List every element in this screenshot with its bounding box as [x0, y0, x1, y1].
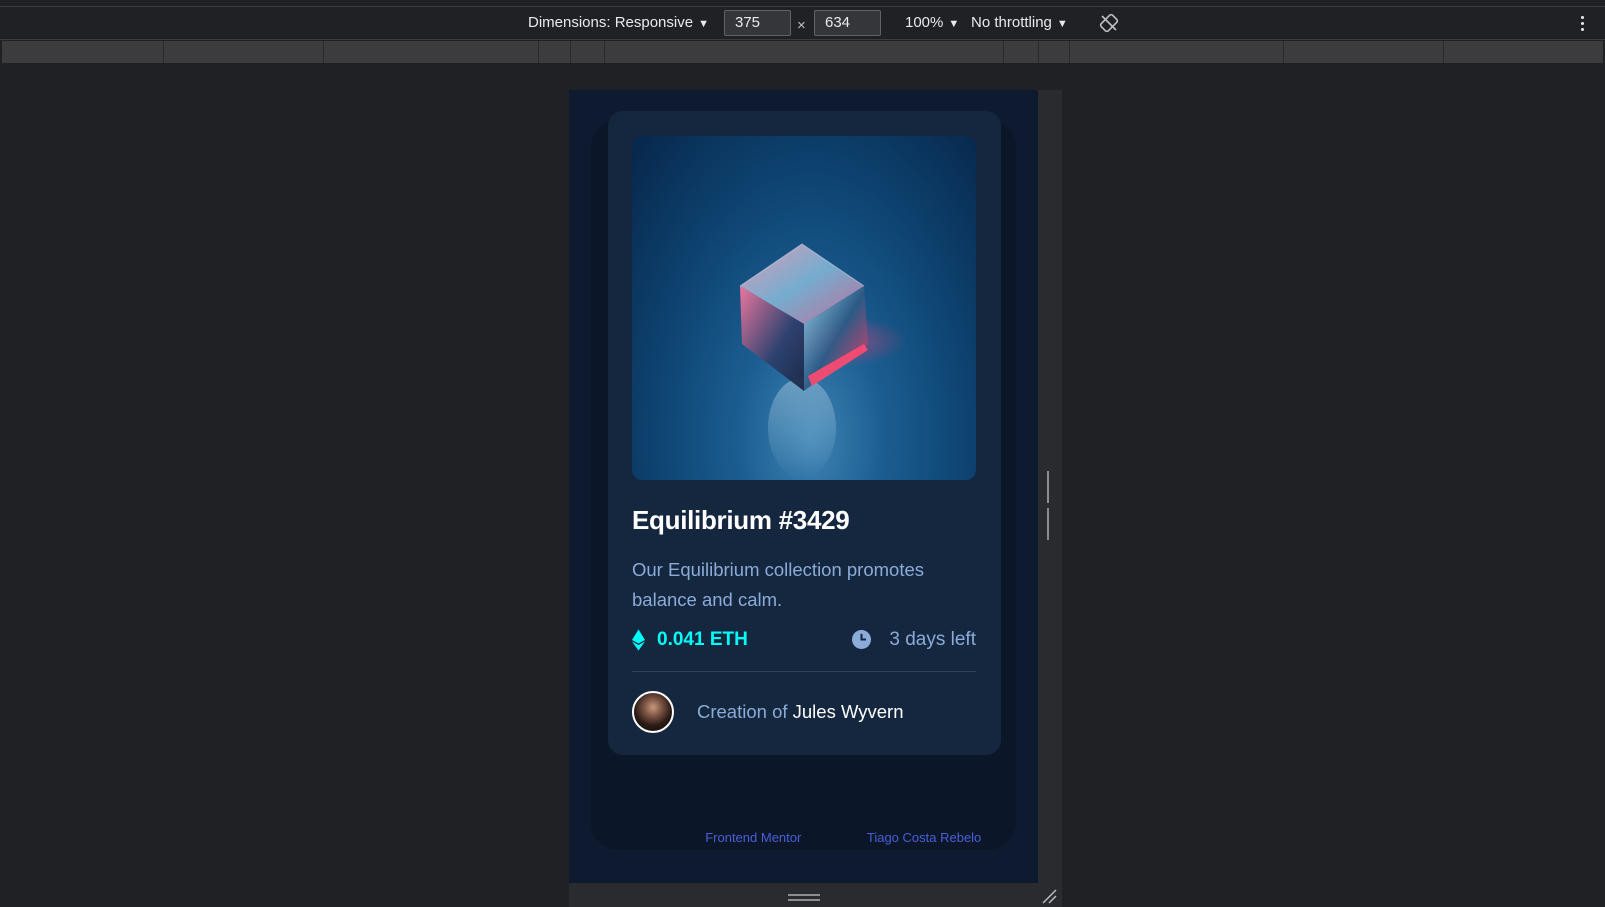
media-query-segment[interactable] — [324, 41, 539, 63]
zoom-dropdown[interactable]: 100% ▼ — [905, 7, 959, 40]
media-query-segment[interactable] — [1039, 41, 1070, 63]
media-query-segment[interactable] — [571, 41, 605, 63]
media-query-segment[interactable] — [1004, 41, 1039, 63]
media-query-segment[interactable] — [1444, 41, 1603, 63]
media-query-segment[interactable] — [539, 41, 571, 63]
resize-corner-icon[interactable] — [1041, 888, 1057, 904]
dimensions-label: Dimensions: Responsive — [528, 14, 694, 31]
chevron-down-icon: ▼ — [1056, 18, 1068, 30]
price-value: 0.041 ETH — [657, 629, 748, 650]
ethereum-icon — [632, 629, 645, 651]
creator-line: Creation of Jules Wyvern — [697, 700, 904, 724]
media-query-segment[interactable] — [2, 41, 164, 63]
media-query-segment[interactable] — [1070, 41, 1284, 63]
media-query-bar[interactable] — [2, 41, 1603, 63]
more-vertical-icon[interactable] — [1576, 14, 1588, 34]
resize-handle-right[interactable] — [1047, 471, 1055, 540]
height-input[interactable]: 634 — [814, 10, 881, 36]
avatar — [632, 691, 674, 733]
frontend-mentor-link[interactable]: Frontend Mentor — [705, 830, 800, 845]
device-toolbar: Dimensions: Responsive ▼ 375 × 634 100% ▼ … — [0, 7, 1605, 40]
rotate-icon[interactable] — [1099, 13, 1119, 33]
card-title[interactable]: Equilibrium #3429 — [632, 505, 850, 536]
price-row: 0.041 ETH 3 days left — [632, 626, 976, 654]
times-separator: × — [797, 17, 806, 34]
dimensions-dropdown[interactable]: Dimensions: Responsive ▼ — [528, 7, 709, 40]
media-query-segment[interactable] — [605, 41, 1004, 63]
emulated-viewport: Equilibrium #3429 Our Equilibrium collec… — [569, 90, 1038, 883]
attribution: Challenge by Frontend Mentor. Coded by T… — [569, 830, 1038, 845]
width-input[interactable]: 375 — [724, 10, 791, 36]
chevron-down-icon: ▼ — [948, 18, 960, 30]
resize-handle-bottom[interactable] — [788, 894, 820, 902]
media-query-segment[interactable] — [164, 41, 324, 63]
time-left: 3 days left — [889, 629, 976, 650]
nft-card: Equilibrium #3429 Our Equilibrium collec… — [608, 111, 1001, 755]
author-link[interactable]: Tiago Costa Rebelo — [867, 830, 981, 845]
creation-prefix: Creation of — [697, 701, 788, 722]
throttling-dropdown[interactable]: No throttling ▼ — [971, 7, 1068, 40]
divider — [632, 671, 976, 672]
creator-name-link[interactable]: Jules Wyvern — [793, 701, 904, 722]
attribution-challenge-prefix: Challenge by — [625, 830, 702, 845]
throttling-label: No throttling — [971, 14, 1052, 31]
media-query-segment[interactable] — [1284, 41, 1444, 63]
nft-image[interactable] — [632, 136, 976, 480]
cube-illustration — [739, 243, 907, 478]
zoom-label: 100% — [905, 14, 944, 31]
attribution-coded-prefix: . Coded by — [800, 830, 864, 845]
chevron-down-icon: ▼ — [698, 18, 709, 30]
card-description: Our Equilibrium collection promotes bala… — [632, 559, 925, 610]
clock-icon — [852, 630, 871, 649]
